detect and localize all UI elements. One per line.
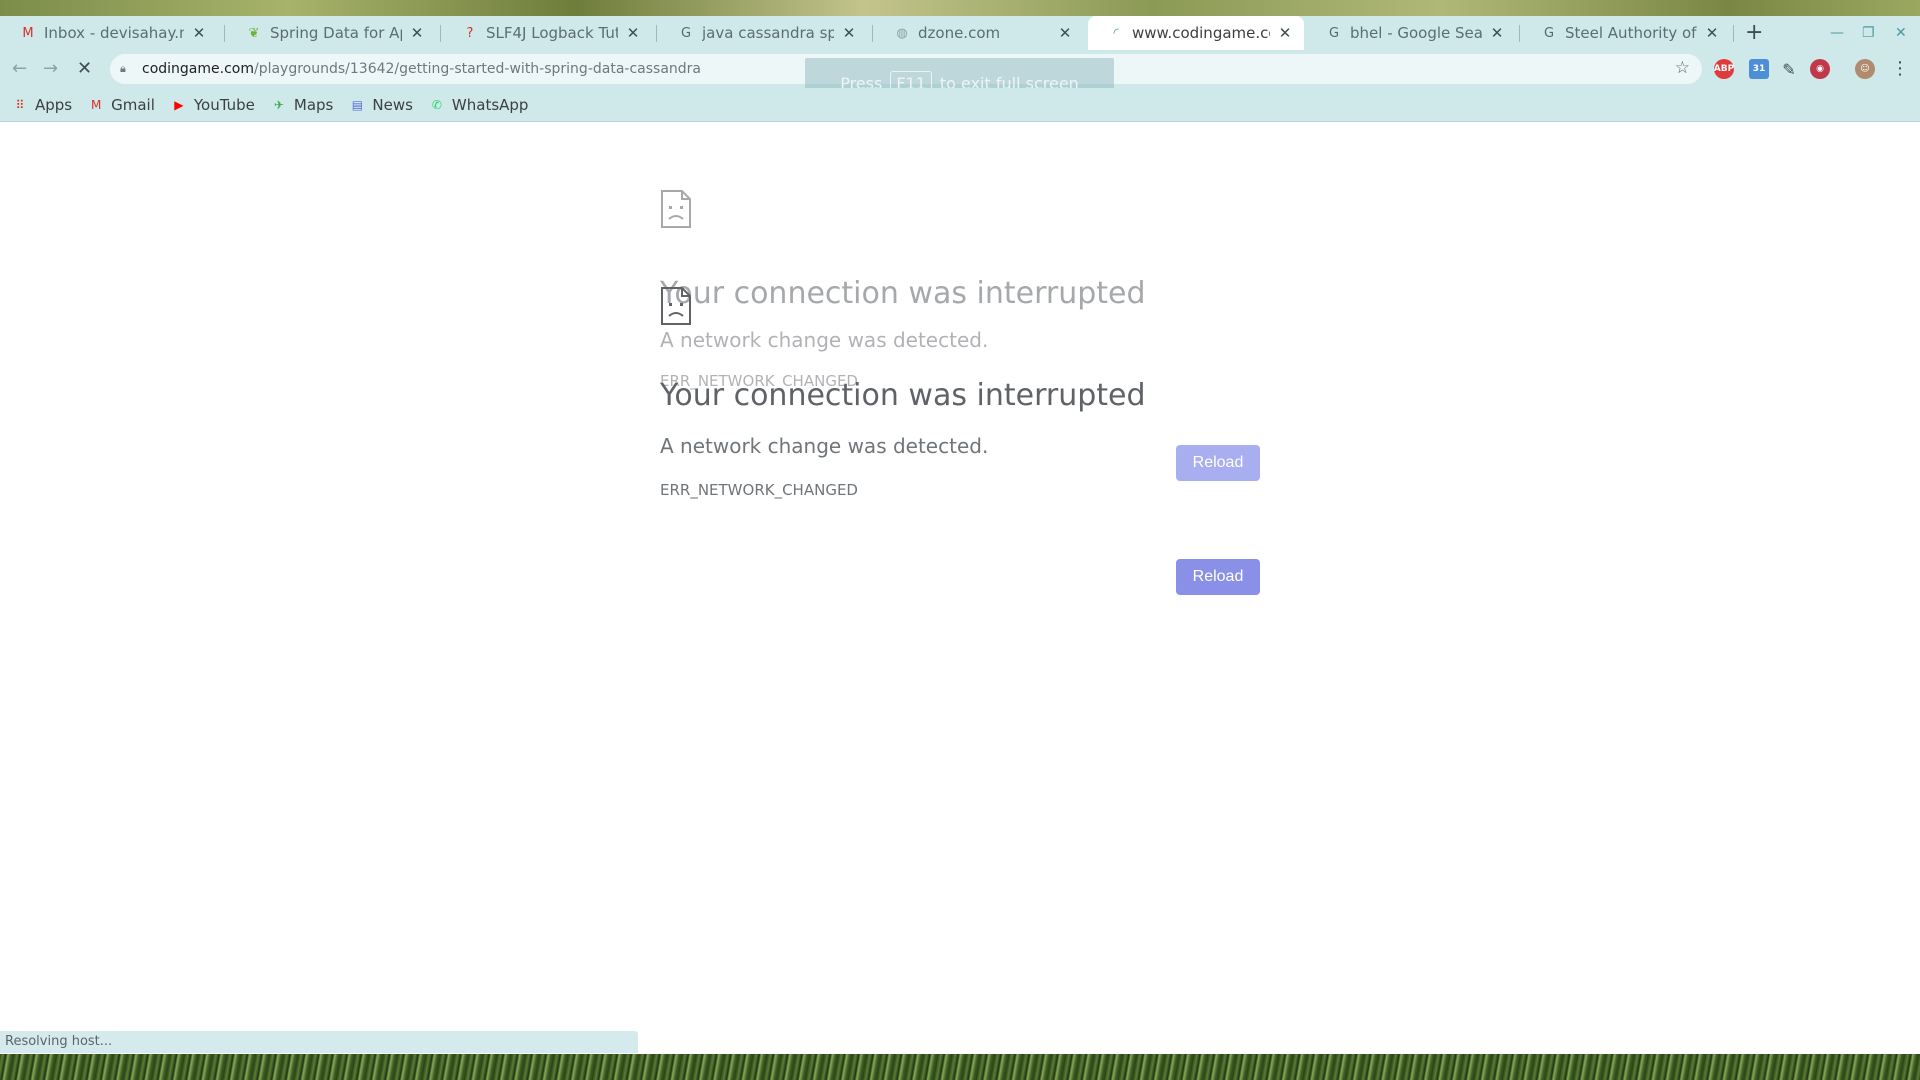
bookmark-label: Maps	[293, 95, 334, 114]
tab-dzone[interactable]: ◍ dzone.com ✕	[874, 16, 1084, 50]
tab-separator	[1519, 25, 1520, 42]
close-icon[interactable]: ✕	[190, 24, 208, 42]
reload-button[interactable]: Reload	[1176, 559, 1260, 595]
tab-title: bhel - Google Search	[1350, 24, 1482, 42]
maps-icon: ✈	[273, 97, 284, 112]
google-icon: G	[1328, 25, 1340, 41]
loading-icon: ◜	[1113, 25, 1119, 41]
tab-title: SLF4J Logback Tutorial	[486, 24, 618, 42]
extension-icon[interactable]: ◉	[1810, 59, 1830, 79]
bookmark-label: News	[372, 95, 413, 114]
bookmark-gmail[interactable]: M Gmail	[88, 96, 155, 114]
tab-title: www.codingame.com	[1132, 24, 1270, 42]
wallpaper-top	[0, 0, 1920, 16]
translate-extension-icon[interactable]: 31	[1749, 59, 1769, 79]
google-icon: G	[680, 25, 692, 41]
reload-button-ghost[interactable]: Reload	[1176, 445, 1260, 481]
close-icon[interactable]: ✕	[1488, 24, 1506, 42]
tab-java-cassandra[interactable]: G java cassandra spring ✕	[658, 16, 868, 50]
profile-avatar-icon[interactable]: ☺	[1855, 59, 1875, 79]
youtube-icon: ▶	[174, 97, 184, 112]
spring-leaf-icon: ❦	[248, 25, 260, 41]
bookmark-apps[interactable]: ⠿ Apps	[12, 95, 73, 114]
tab-separator	[224, 25, 225, 42]
close-window-icon[interactable]: ✕	[1895, 16, 1907, 50]
news-icon: ▤	[351, 97, 364, 112]
tab-title: Inbox - devisahay.mishra	[44, 24, 184, 42]
close-icon[interactable]: ✕	[624, 24, 642, 42]
error-title: Your connection was interrupted	[660, 378, 1146, 413]
wallpaper-bottom	[0, 1054, 1920, 1080]
tab-separator	[872, 25, 873, 42]
extension-icon[interactable]: ✎	[1779, 59, 1799, 79]
tab-strip: M Inbox - devisahay.mishra ✕ ❦ Spring Da…	[0, 16, 1920, 50]
tab-spring-data[interactable]: ❦ Spring Data for Apache ✕	[226, 16, 436, 50]
bookmark-star-icon[interactable]: ☆	[1675, 58, 1690, 78]
url-path: /playgrounds/13642/getting-started-with-…	[253, 61, 701, 77]
whatsapp-icon: ✆	[431, 97, 442, 112]
bookmark-news[interactable]: ▤ News	[349, 96, 413, 114]
error-code: ERR_NETWORK_CHANGED	[660, 481, 858, 499]
error-subtitle: A network change was detected.	[660, 434, 989, 458]
bookmark-youtube[interactable]: ▶ YouTube	[171, 96, 255, 114]
tab-bhel-search[interactable]: G bhel - Google Search ✕	[1306, 16, 1516, 50]
apps-grid-icon: ⠿	[15, 97, 25, 112]
tab-title: Spring Data for Apache	[270, 24, 402, 42]
tab-slf4j[interactable]: ? SLF4J Logback Tutorial ✕	[442, 16, 652, 50]
tab-title: java cassandra spring	[702, 24, 834, 42]
bookmark-label: Apps	[35, 95, 73, 114]
close-icon[interactable]: ✕	[408, 24, 426, 42]
tab-codingame[interactable]: ◜ www.codingame.com ✕	[1088, 16, 1304, 50]
globe-icon: ◍	[896, 25, 908, 41]
minimize-icon[interactable]: —	[1830, 16, 1844, 50]
lock-icon: 🔒︎	[120, 62, 126, 75]
sad-page-icon	[661, 190, 691, 228]
menu-kebab-icon[interactable]: ⋮	[1891, 50, 1909, 88]
adblock-icon[interactable]: ABP	[1714, 59, 1734, 79]
gmail-icon: M	[90, 97, 102, 112]
url-host: codingame.com	[142, 61, 254, 77]
status-bar: Resolving host...	[0, 1031, 638, 1053]
stop-loading-icon[interactable]: ✕	[77, 50, 92, 88]
forward-arrow-icon[interactable]: →	[43, 50, 58, 88]
error-title-ghost: Your connection was interrupted	[660, 276, 1146, 311]
restore-icon[interactable]: ❐	[1862, 16, 1875, 50]
bookmark-maps[interactable]: ✈ Maps	[271, 95, 334, 114]
close-icon[interactable]: ✕	[1056, 24, 1074, 42]
tab-steel-authority[interactable]: G Steel Authority of India ✕	[1521, 16, 1731, 50]
close-icon[interactable]: ✕	[1703, 24, 1721, 42]
google-icon: G	[1543, 25, 1555, 41]
tab-title: Steel Authority of India	[1565, 24, 1697, 42]
back-arrow-icon[interactable]: ←	[12, 50, 27, 88]
tab-title: dzone.com	[918, 24, 1001, 42]
sad-page-icon	[661, 287, 691, 325]
bookmark-label: WhatsApp	[451, 95, 529, 114]
bookmark-label: Gmail	[111, 95, 155, 114]
tab-separator	[1733, 25, 1734, 42]
tab-separator	[440, 25, 441, 42]
tab-inbox[interactable]: M Inbox - devisahay.mishra ✕	[0, 16, 218, 50]
gmail-icon: M	[22, 25, 34, 41]
bookmark-label: YouTube	[193, 95, 255, 114]
bookmarks-bar: ⠿ Apps M Gmail ▶ YouTube ✈ Maps ▤ News ✆…	[0, 88, 1920, 122]
close-icon[interactable]: ✕	[840, 24, 858, 42]
error-subtitle-ghost: A network change was detected.	[660, 328, 989, 352]
generic-page-icon: ?	[466, 25, 474, 41]
new-tab-button[interactable]: +	[1745, 16, 1763, 50]
bookmark-whatsapp[interactable]: ✆ WhatsApp	[429, 96, 529, 114]
close-icon[interactable]: ✕	[1276, 24, 1294, 42]
tab-separator	[656, 25, 657, 42]
